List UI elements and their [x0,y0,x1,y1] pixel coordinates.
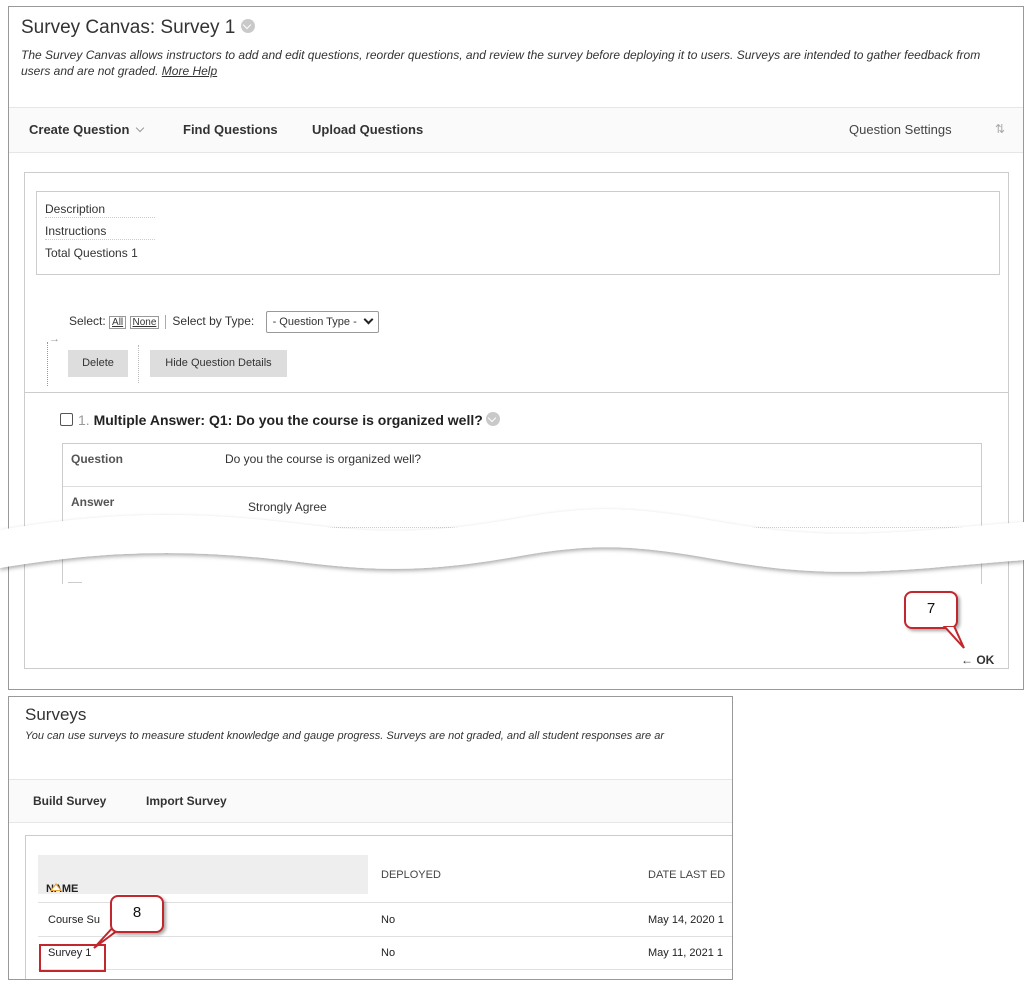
torn-edge-divider [0,509,1024,572]
callout-pointer [942,626,965,649]
bracket-line [47,342,58,386]
question-text: Do you the course is organized well? [225,452,422,466]
step-callout: 8 [110,895,164,933]
ok-button[interactable]: ← OK [961,653,994,667]
date-value: May 14, 2020 1 [648,914,724,926]
question-type-select[interactable]: - Question Type - [265,311,379,333]
back-arrow-icon: ← [961,653,973,667]
divider [45,239,155,240]
total-questions-value: 1 [131,246,138,260]
surveys-action-bar: Build Survey Import Survey [9,779,732,823]
surveys-description: You can use surveys to measure student k… [25,730,665,742]
divider [38,936,732,937]
callout-pointer-shape [942,626,965,649]
description-label: Description [45,202,106,216]
deployed-value: No [381,947,396,959]
question-heading: 1. Multiple Answer: Q1: Do you the cours… [60,412,500,428]
page-title-text: Survey Canvas: Survey 1 [21,17,236,38]
sort-icon[interactable]: ⇅ [995,122,1005,136]
hide-question-details-button[interactable]: Hide Question Details [150,350,287,377]
name-column-header[interactable]: NAME [38,855,368,895]
ok-label: OK [976,653,995,667]
date-value: May 11, 2021 1 [648,947,724,959]
select-by-type-label: Select by Type: [172,314,255,328]
page-title: Survey Canvas: Survey 1 [21,17,256,39]
chevron-down-icon [136,123,145,133]
create-question-menu[interactable]: Create Question [29,122,145,137]
question-checkbox[interactable] [60,412,73,426]
torn-edge-shape [0,509,1024,572]
select-label: Select: [69,314,106,328]
build-survey-button[interactable]: Build Survey [33,794,106,808]
question-settings-button[interactable]: Question Settings [849,122,952,137]
select-all-link[interactable]: All [109,316,127,329]
divider [165,314,167,329]
import-survey-button[interactable]: Import Survey [146,794,227,808]
deployed-column-header[interactable]: DEPLOYED [381,869,441,881]
divider [138,345,139,383]
chevron-down-icon[interactable] [241,18,256,33]
surveys-title: Surveys [25,705,87,724]
question-title: Multiple Answer: Q1: Do you the course i… [93,412,483,428]
question-label: Question [71,452,124,466]
action-bar: Create Question Find Questions Upload Qu… [9,107,1023,153]
question-type-value: - Question Type - [272,316,357,328]
survey-info-box: Description Instructions Total Questions… [36,191,1000,275]
more-help-link[interactable]: More Help [162,64,217,78]
total-questions-label: Total Questions [45,246,128,260]
delete-button[interactable]: Delete [68,350,128,377]
divider [25,392,1008,393]
upload-questions-button[interactable]: Upload Questions [312,122,423,137]
divider [45,217,155,218]
total-questions: Total Questions 1 [45,246,138,260]
divider [63,486,981,487]
select-controls: Select: All None Select by Type: - Questi… [69,311,379,333]
instructions-label: Instructions [45,224,107,238]
create-question-label: Create Question [29,122,130,137]
chevron-down-icon [363,314,374,325]
deployed-value: No [381,914,396,926]
page-description: The Survey Canvas allows instructors to … [21,47,1006,79]
question-number: 1. [78,412,90,428]
select-none-link[interactable]: None [129,316,160,329]
find-questions-button[interactable]: Find Questions [183,122,278,137]
canvas-content: Description Instructions Total Questions… [24,172,1009,669]
sort-ascending-icon [50,883,62,891]
divider [38,969,732,970]
chevron-down-icon[interactable] [485,412,500,427]
step-callout: 7 [904,591,958,629]
date-column-header[interactable]: DATE LAST ED [648,869,725,881]
